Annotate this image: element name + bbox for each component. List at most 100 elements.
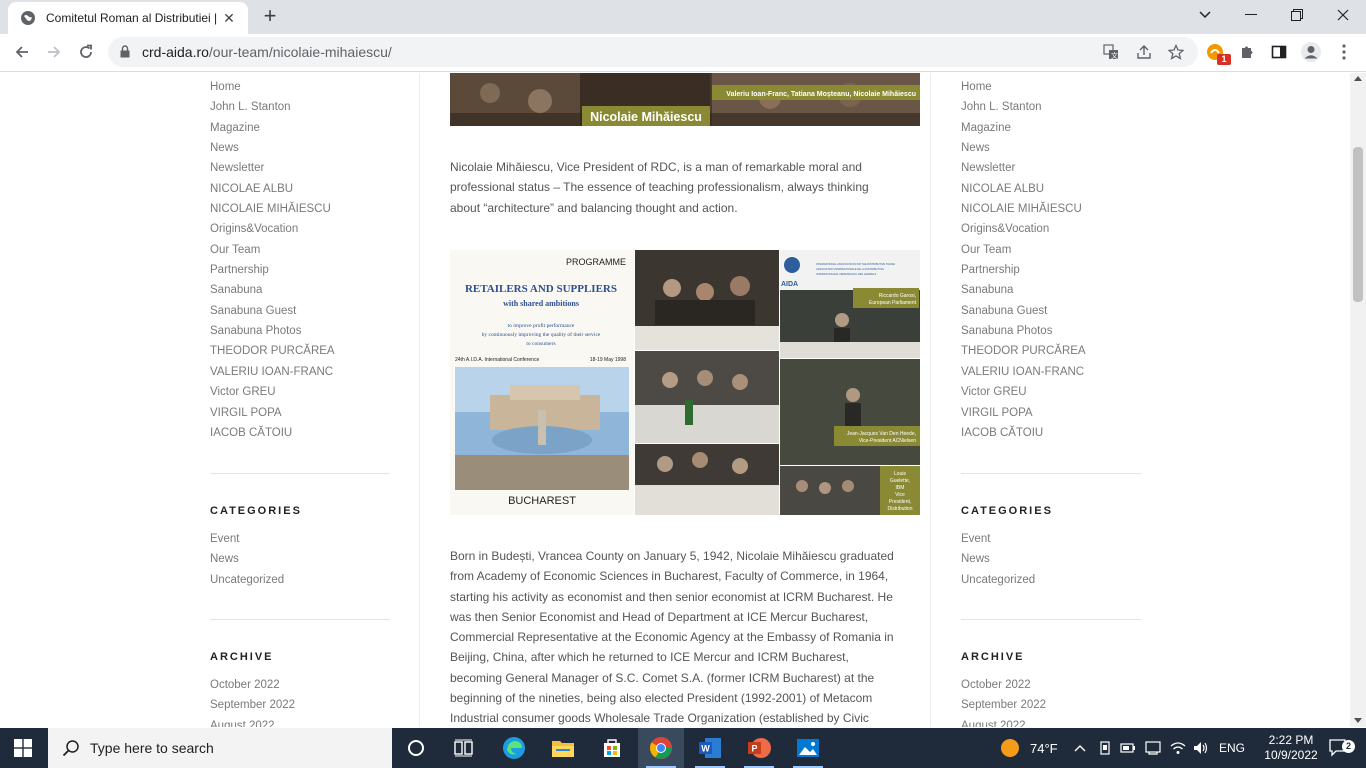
category-link-news[interactable]: News [961, 549, 1035, 569]
page-link-our-team[interactable]: Our Team [961, 240, 1086, 260]
translate-icon[interactable]: 文 [1101, 42, 1121, 62]
taskbar-word[interactable]: W [687, 728, 733, 768]
address-bar[interactable]: crd-aida.ro/our-team/nicolaie-mihaiescu/… [108, 37, 1198, 67]
show-hidden-icons[interactable] [1074, 728, 1086, 768]
cortana-button[interactable] [393, 728, 439, 768]
network-status-icon[interactable] [1145, 728, 1161, 768]
category-link-event[interactable]: Event [961, 529, 1035, 549]
archive-link-october-2022[interactable]: October 2022 [210, 675, 295, 695]
page-link-sanabuna-guest[interactable]: Sanabuna Guest [961, 301, 1086, 321]
page-link-home[interactable]: Home [210, 77, 335, 97]
taskbar-chrome[interactable] [638, 728, 684, 768]
page-link-news[interactable]: News [961, 138, 1086, 158]
page-link-theodor-purcarea[interactable]: THEODOR PURCĂREA [210, 341, 335, 361]
page-link-iacob-catoiu[interactable]: IACOB CĂTOIU [210, 423, 335, 443]
speaker-label-text: President, [889, 499, 912, 505]
folder-icon [552, 741, 574, 757]
speaker-label-text: Vice-President ACNielsen [859, 438, 916, 444]
categories-heading: CATEGORIES [210, 505, 302, 517]
volume-icon[interactable] [1193, 728, 1209, 768]
wifi-icon[interactable] [1170, 728, 1186, 768]
notification-center[interactable]: 2 [1324, 728, 1355, 768]
share-icon[interactable] [1134, 42, 1154, 62]
scrollbar-thumb[interactable] [1353, 147, 1363, 302]
reload-button[interactable] [72, 38, 100, 66]
sun-icon [1001, 739, 1019, 757]
category-link-event[interactable]: Event [210, 529, 284, 549]
page-link-origins-vocation[interactable]: Origins&Vocation [210, 219, 335, 239]
page-link-sanabuna-photos[interactable]: Sanabuna Photos [961, 321, 1086, 341]
battery-icon[interactable] [1120, 728, 1136, 768]
page-link-theodor-purcarea[interactable]: THEODOR PURCĂREA [961, 341, 1086, 361]
page-link-victor-greu[interactable]: Victor GREU [961, 382, 1086, 402]
page-link-john-stanton[interactable]: John L. Stanton [210, 97, 335, 117]
minimize-button[interactable] [1228, 0, 1274, 30]
page-link-sanabuna[interactable]: Sanabuna [210, 280, 335, 300]
page-link-newsletter[interactable]: Newsletter [961, 158, 1086, 178]
page-link-sanabuna-guest[interactable]: Sanabuna Guest [210, 301, 335, 321]
taskbar-search-box[interactable]: Type here to search [48, 728, 392, 768]
profile-avatar[interactable] [1300, 41, 1322, 63]
page-link-iacob-catoiu[interactable]: IACOB CĂTOIU [961, 423, 1086, 443]
side-panel-icon[interactable] [1268, 41, 1290, 63]
archive-link-september-2022[interactable]: September 2022 [961, 695, 1046, 715]
page-link-partnership[interactable]: Partnership [961, 260, 1086, 280]
menu-kebab-icon[interactable] [1333, 41, 1355, 63]
archive-heading: ARCHIVE [210, 651, 274, 663]
page-link-sanabuna[interactable]: Sanabuna [961, 280, 1086, 300]
category-link-uncategorized[interactable]: Uncategorized [961, 570, 1035, 590]
archive-link-august-2022[interactable]: August 2022 [961, 716, 1046, 727]
taskbar-photos[interactable] [785, 728, 831, 768]
category-link-news[interactable]: News [210, 549, 284, 569]
clock[interactable]: 2:22 PM 10/9/2022 [1258, 728, 1324, 768]
category-link-uncategorized[interactable]: Uncategorized [210, 570, 284, 590]
scroll-down-icon[interactable] [1354, 718, 1362, 723]
page-link-john-stanton[interactable]: John L. Stanton [961, 97, 1086, 117]
weather-widget[interactable]: 74°F [1000, 728, 1058, 768]
page-link-nicolae-albu[interactable]: NICOLAE ALBU [961, 179, 1086, 199]
page-link-partnership[interactable]: Partnership [210, 260, 335, 280]
forward-button[interactable] [40, 38, 68, 66]
taskbar-store[interactable] [589, 728, 635, 768]
archive-link-august-2022[interactable]: August 2022 [210, 716, 295, 727]
archive-link-october-2022[interactable]: October 2022 [961, 675, 1046, 695]
page-link-virgil-popa[interactable]: VIRGIL POPA [210, 403, 335, 423]
restore-button[interactable] [1274, 0, 1320, 30]
taskbar-file-explorer[interactable] [540, 728, 586, 768]
device-icon[interactable] [1098, 728, 1112, 768]
page-link-valeriu-ioan-franc[interactable]: VALERIU IOAN-FRANC [210, 362, 335, 382]
back-button[interactable] [8, 38, 36, 66]
close-icon[interactable]: ✕ [220, 10, 238, 27]
page-link-nicolaie-mihaiescu[interactable]: NICOLAIE MIHĂIESCU [961, 199, 1086, 219]
task-view-button[interactable] [441, 728, 487, 768]
page-link-virgil-popa[interactable]: VIRGIL POPA [961, 403, 1086, 423]
page-link-sanabuna-photos[interactable]: Sanabuna Photos [210, 321, 335, 341]
puzzle-icon[interactable] [1236, 41, 1258, 63]
windows-start-button[interactable] [0, 728, 46, 768]
word-icon: W [699, 738, 721, 758]
page-link-our-team[interactable]: Our Team [210, 240, 335, 260]
page-link-nicolae-albu[interactable]: NICOLAE ALBU [210, 179, 335, 199]
page-link-newsletter[interactable]: Newsletter [210, 158, 335, 178]
chrome-icon [650, 737, 672, 759]
tab-search-icon[interactable] [1182, 0, 1228, 30]
taskbar-edge[interactable] [491, 728, 537, 768]
page-link-victor-greu[interactable]: Victor GREU [210, 382, 335, 402]
page-scrollbar[interactable] [1350, 73, 1366, 727]
page-link-magazine[interactable]: Magazine [210, 118, 335, 138]
language-indicator[interactable]: ENG [1219, 728, 1245, 768]
close-window-button[interactable] [1320, 0, 1366, 30]
archive-link-september-2022[interactable]: September 2022 [210, 695, 295, 715]
page-link-home[interactable]: Home [961, 77, 1086, 97]
new-tab-button[interactable]: + [258, 5, 282, 29]
page-link-nicolaie-mihaiescu[interactable]: NICOLAIE MIHĂIESCU [210, 199, 335, 219]
page-link-origins-vocation[interactable]: Origins&Vocation [961, 219, 1086, 239]
scroll-up-icon[interactable] [1354, 76, 1362, 81]
page-link-magazine[interactable]: Magazine [961, 118, 1086, 138]
bookmark-star-icon[interactable] [1166, 42, 1186, 62]
page-link-news[interactable]: News [210, 138, 335, 158]
page-link-valeriu-ioan-franc[interactable]: VALERIU IOAN-FRANC [961, 362, 1086, 382]
conference-collage: PROGRAMME RETAILERS AND SUPPLIERS with s… [450, 250, 920, 515]
browser-tab[interactable]: Comitetul Roman al Distributiei | ✕ [8, 2, 248, 34]
taskbar-powerpoint[interactable]: P [736, 728, 782, 768]
